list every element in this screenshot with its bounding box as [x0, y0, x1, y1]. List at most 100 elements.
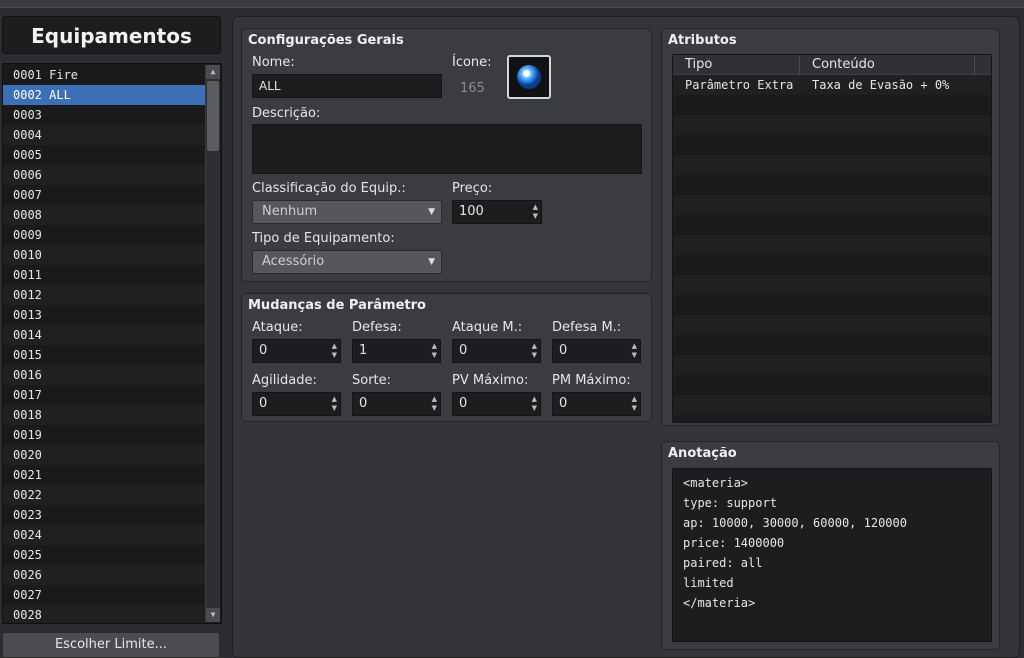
param-stepper[interactable]: 0 ▲ ▼ — [252, 392, 341, 416]
param-label: Sorte: — [352, 373, 392, 388]
scroll-thumb[interactable] — [207, 81, 219, 151]
price-stepper[interactable]: 100 ▲ ▼ — [452, 200, 542, 224]
choose-limit-button[interactable]: Escolher Limite... — [2, 632, 220, 658]
table-row[interactable] — [673, 115, 991, 135]
list-item[interactable]: 0025 — [3, 545, 206, 565]
param-stepper[interactable]: 0 ▲ ▼ — [252, 339, 341, 363]
column-content[interactable]: Conteúdo — [800, 55, 975, 74]
column-type[interactable]: Tipo — [673, 55, 800, 74]
up-down-arrows-icon[interactable]: ▲ ▼ — [332, 395, 337, 413]
icon-label: Ícone: — [452, 55, 492, 70]
icon-index: 165 — [460, 81, 485, 96]
up-down-arrows-icon[interactable]: ▲ ▼ — [533, 203, 538, 221]
param-value: 0 — [459, 396, 468, 411]
up-down-arrows-icon[interactable]: ▲ ▼ — [632, 342, 637, 360]
up-down-arrows-icon[interactable]: ▲ ▼ — [532, 395, 537, 413]
up-down-arrows-icon[interactable]: ▲ ▼ — [532, 342, 537, 360]
list-item[interactable]: 0004 — [3, 125, 206, 145]
attribute-type-cell: Parâmetro Extra — [685, 78, 794, 92]
list-item[interactable]: 0014 — [3, 325, 206, 345]
list-item[interactable]: 0008 — [3, 205, 206, 225]
list-item[interactable]: 0026 — [3, 565, 206, 585]
description-input[interactable] — [252, 124, 642, 174]
note-line: price: 1400000 — [683, 536, 785, 550]
attributes-table-header: Tipo Conteúdo — [673, 55, 991, 75]
table-row[interactable] — [673, 95, 991, 115]
price-value: 100 — [459, 204, 484, 219]
list-item[interactable]: 0027 — [3, 585, 206, 605]
classification-select[interactable]: Nenhum ▼ — [252, 200, 442, 224]
chevron-down-icon: ▼ — [428, 257, 435, 267]
param-stepper[interactable]: 0 ▲ ▼ — [552, 339, 641, 363]
table-row[interactable] — [673, 335, 991, 355]
scroll-down-icon[interactable]: ▼ — [206, 608, 220, 622]
list-item[interactable]: 0011 — [3, 265, 206, 285]
note-textarea[interactable]: <materia> type: support ap: 10000, 30000, … — [672, 468, 992, 642]
classification-value: Nenhum — [262, 204, 318, 219]
list-item[interactable]: 0012 — [3, 285, 206, 305]
param-label: Ataque: — [252, 320, 303, 335]
list-item[interactable]: 0015 — [3, 345, 206, 365]
attributes-group: Atributos Tipo Conteúdo Parâmetro Extra T… — [661, 28, 1000, 426]
main-panel: Configurações Gerais Nome: ALL Ícone: 16… — [232, 16, 1020, 658]
list-item[interactable]: 0019 — [3, 425, 206, 445]
table-row[interactable] — [673, 395, 991, 415]
param-stepper[interactable]: 0 ▲ ▼ — [352, 392, 441, 416]
up-down-arrows-icon[interactable]: ▲ ▼ — [432, 342, 437, 360]
attributes-table[interactable]: Tipo Conteúdo Parâmetro Extra Taxa de Eva… — [672, 54, 992, 423]
note-title: Anotação — [668, 446, 737, 461]
list-item[interactable]: 0024 — [3, 525, 206, 545]
equipment-list[interactable]: 0001 Fire 0002 ALL 0003 0004 0005 0006 0007 000… — [2, 63, 222, 624]
table-row[interactable] — [673, 255, 991, 275]
list-item[interactable]: 0022 — [3, 485, 206, 505]
param-stepper[interactable]: 0 ▲ ▼ — [452, 392, 541, 416]
list-item[interactable]: 0013 — [3, 305, 206, 325]
table-row[interactable] — [673, 135, 991, 155]
table-row[interactable] — [673, 355, 991, 375]
table-row[interactable]: Parâmetro Extra Taxa de Evasão + 0% — [673, 75, 991, 95]
list-item[interactable]: 0018 — [3, 405, 206, 425]
table-row[interactable] — [673, 155, 991, 175]
note-line: ap: 10000, 30000, 60000, 120000 — [683, 516, 907, 530]
list-item[interactable]: 0017 — [3, 385, 206, 405]
table-row[interactable] — [673, 275, 991, 295]
table-row[interactable] — [673, 375, 991, 395]
list-item[interactable]: 0007 — [3, 185, 206, 205]
table-row[interactable] — [673, 415, 991, 422]
up-down-arrows-icon[interactable]: ▲ ▼ — [632, 395, 637, 413]
table-row[interactable] — [673, 295, 991, 315]
list-scrollbar[interactable]: ▲ ▼ — [205, 65, 220, 622]
parameter-changes-group: Mudanças de Parâmetro Ataque: 0 ▲ ▼ Defesa: 1… — [241, 293, 652, 422]
list-item[interactable]: 0023 — [3, 505, 206, 525]
table-row[interactable] — [673, 235, 991, 255]
up-down-arrows-icon[interactable]: ▲ ▼ — [332, 342, 337, 360]
list-item[interactable]: 0009 — [3, 225, 206, 245]
param-value: 0 — [559, 396, 568, 411]
scroll-up-icon[interactable]: ▲ — [206, 65, 220, 79]
table-row[interactable] — [673, 195, 991, 215]
param-value: 0 — [459, 343, 468, 358]
parameter-changes-title: Mudanças de Parâmetro — [248, 298, 426, 313]
list-item[interactable]: 0001 Fire — [3, 65, 206, 85]
param-stepper[interactable]: 0 ▲ ▼ — [552, 392, 641, 416]
equipment-list-rows: 0001 Fire 0002 ALL 0003 0004 0005 0006 0007 000… — [3, 65, 206, 623]
param-stepper[interactable]: 1 ▲ ▼ — [352, 339, 441, 363]
equipment-type-select[interactable]: Acessório ▼ — [252, 250, 442, 274]
up-down-arrows-icon[interactable]: ▲ ▼ — [432, 395, 437, 413]
table-row[interactable] — [673, 315, 991, 335]
list-item[interactable]: 0010 — [3, 245, 206, 265]
list-item[interactable]: 0016 — [3, 365, 206, 385]
param-stepper[interactable]: 0 ▲ ▼ — [452, 339, 541, 363]
list-item[interactable]: 0003 — [3, 105, 206, 125]
list-item[interactable]: 0005 — [3, 145, 206, 165]
param-value: 0 — [559, 343, 568, 358]
list-item[interactable]: 0002 ALL — [3, 85, 206, 105]
list-item[interactable]: 0006 — [3, 165, 206, 185]
icon-preview-button[interactable] — [507, 55, 551, 99]
name-input[interactable]: ALL — [252, 74, 442, 98]
table-row[interactable] — [673, 215, 991, 235]
list-item[interactable]: 0021 — [3, 465, 206, 485]
table-row[interactable] — [673, 175, 991, 195]
list-item[interactable]: 0020 — [3, 445, 206, 465]
list-item[interactable]: 0028 — [3, 605, 206, 623]
